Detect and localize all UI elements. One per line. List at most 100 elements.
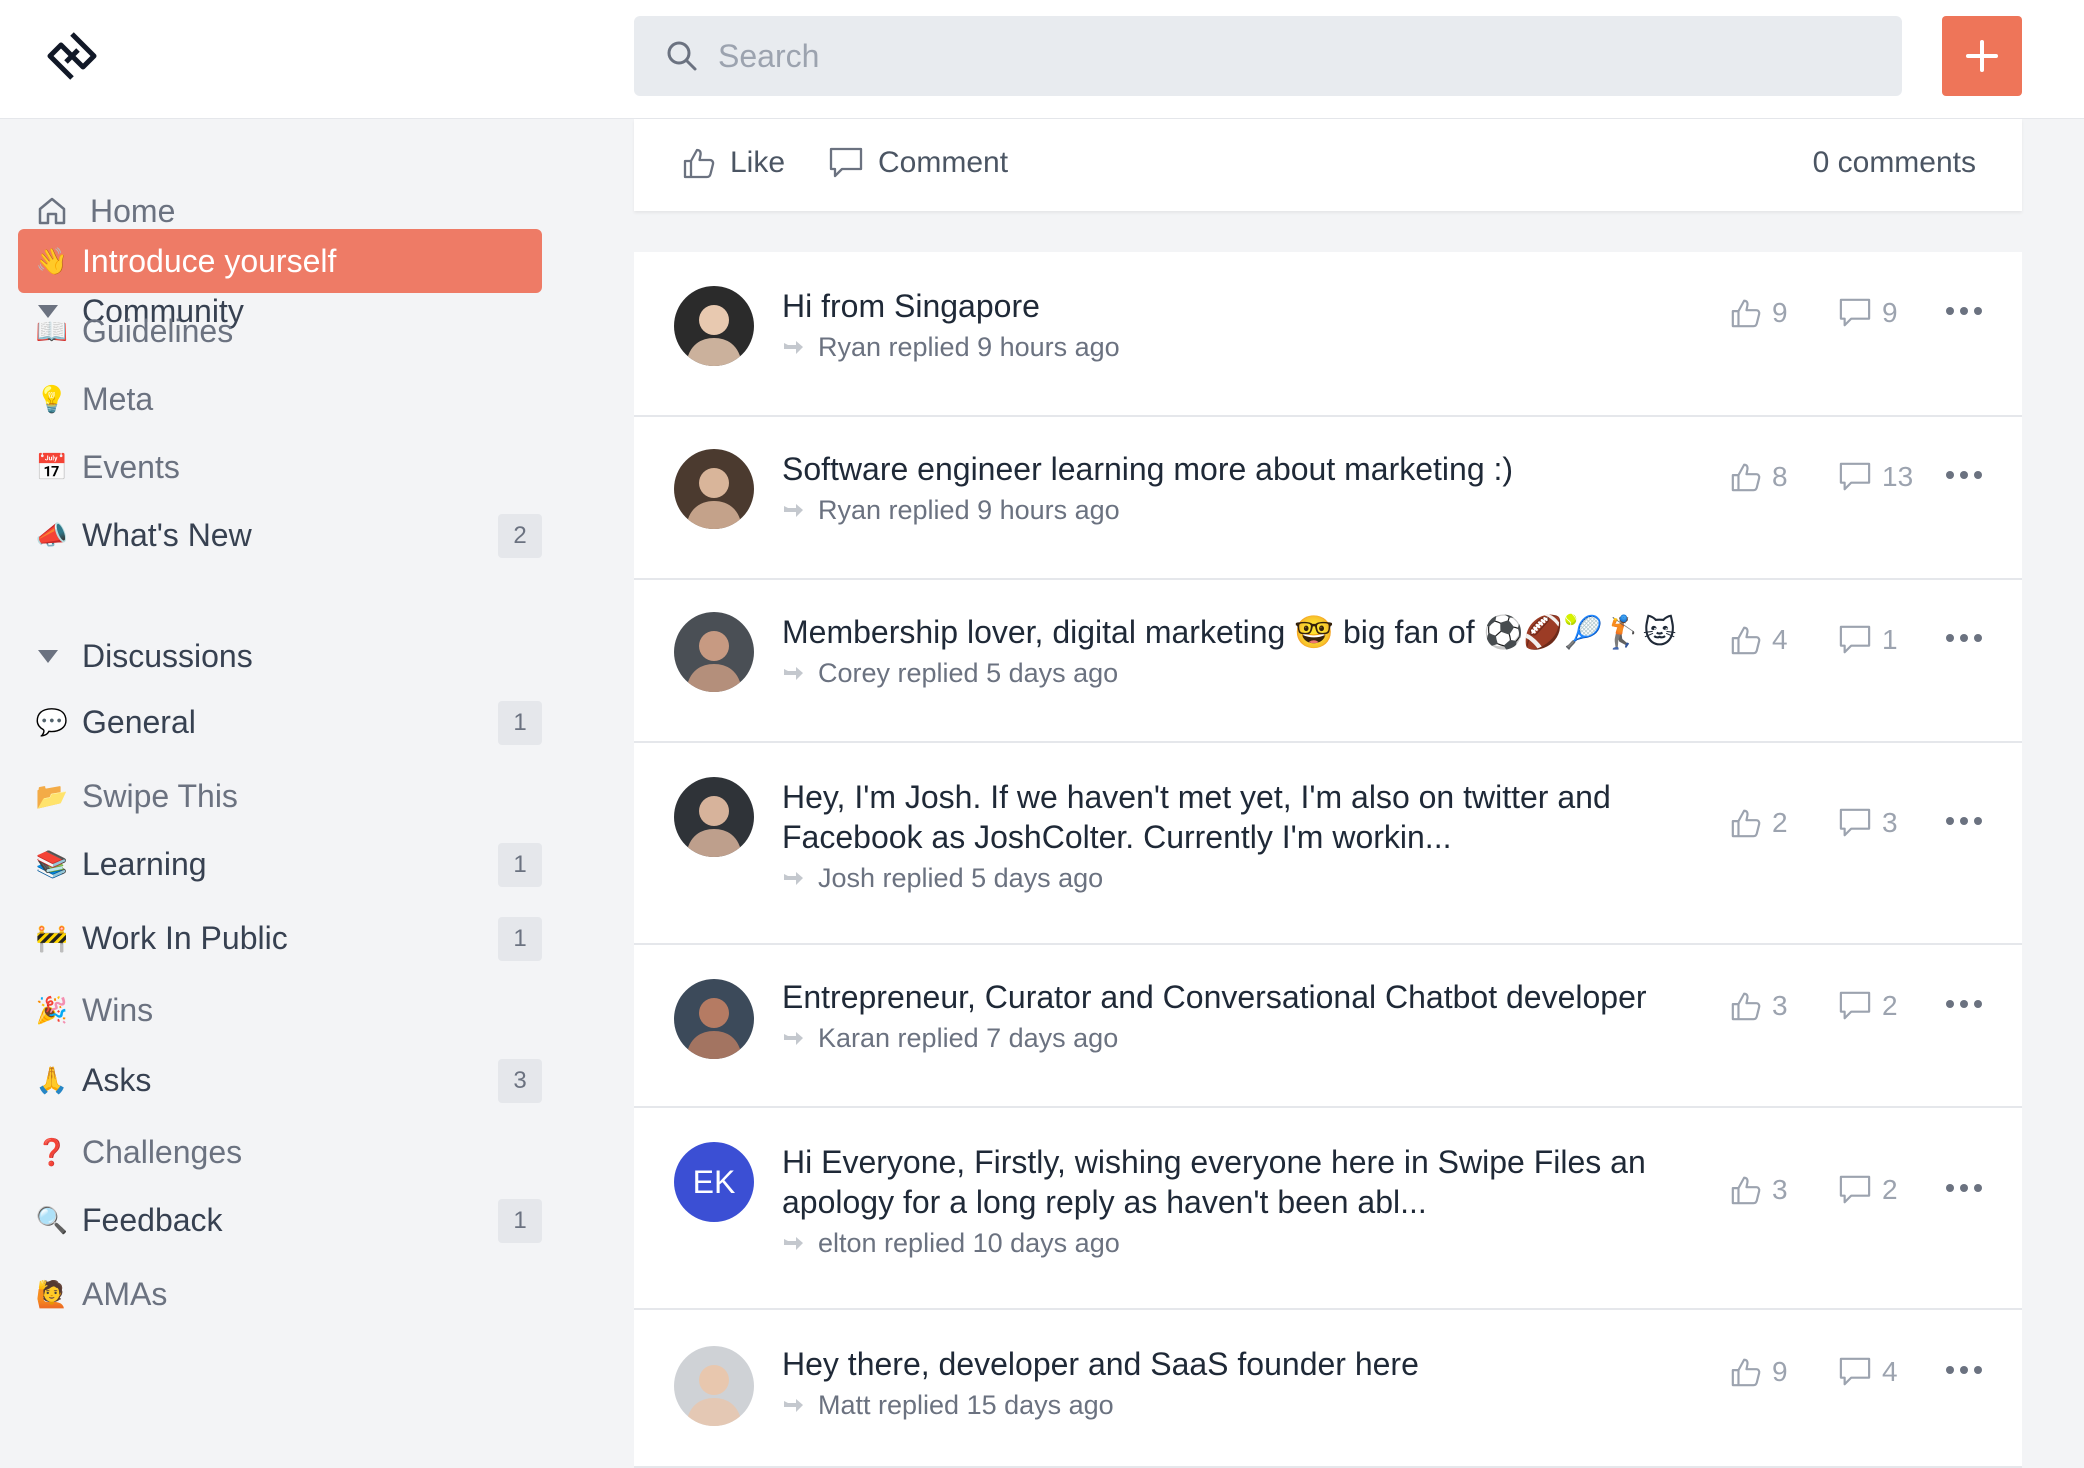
avatar[interactable]: [674, 612, 754, 692]
sidebar: Home Community 👋 Introduce yourself 📖 Guide…: [0, 119, 560, 1468]
like-count-button[interactable]: 8: [1730, 461, 1788, 493]
discussion-row[interactable]: Hey, I'm Josh. If we haven't met yet, I'…: [634, 743, 2022, 945]
comments-count[interactable]: 0 comments: [1813, 141, 1976, 185]
reply-meta: Ryan replied 9 hours ago: [782, 495, 1120, 526]
more-options-icon[interactable]: [1946, 634, 1982, 646]
like-count-button[interactable]: 4: [1730, 624, 1788, 656]
thumbs-up-icon: [1731, 463, 1761, 492]
comment-icon: [1839, 462, 1871, 491]
discussion-row[interactable]: Software engineer learning more about ma…: [634, 417, 2022, 580]
comment-icon: [1839, 625, 1871, 654]
avatar-photo: [674, 612, 754, 692]
more-options-icon[interactable]: [1946, 1000, 1982, 1012]
discussion-title[interactable]: Membership lover, digital marketing 🤓 bi…: [782, 612, 1682, 652]
channel-emoji-icon: 🎉: [35, 994, 69, 1025]
comment-count-button[interactable]: 1: [1838, 624, 1898, 656]
sidebar-item-guidelines[interactable]: 📖 Guidelines: [18, 299, 542, 363]
discussion-row[interactable]: Membership lover, digital marketing 🤓 bi…: [634, 580, 2022, 743]
post-actions-card: Like Comment 0 comments: [634, 119, 2022, 211]
comment-count-button[interactable]: 2: [1838, 990, 1898, 1022]
avatar[interactable]: [674, 449, 754, 529]
like-count-button[interactable]: 2: [1730, 807, 1788, 839]
channel-emoji-icon: 📣: [35, 519, 69, 550]
sidebar-item-label: Work In Public: [82, 919, 288, 956]
discussion-row[interactable]: Entrepreneur, Curator and Conversational…: [634, 945, 2022, 1108]
app-logo-icon[interactable]: [46, 30, 98, 82]
reply-meta: Corey replied 5 days ago: [782, 658, 1118, 689]
avatar[interactable]: EK: [674, 1142, 754, 1222]
like-button[interactable]: Like: [682, 141, 785, 185]
reply-meta: Karan replied 7 days ago: [782, 1023, 1118, 1054]
sidebar-item-wins[interactable]: 🎉 Wins: [18, 978, 542, 1042]
search-bar[interactable]: [634, 16, 1902, 96]
discussion-title[interactable]: Hey, I'm Josh. If we haven't met yet, I'…: [782, 777, 1682, 857]
reply-meta: Ryan replied 9 hours ago: [782, 332, 1120, 363]
add-button[interactable]: [1942, 16, 2022, 96]
like-count: 3: [1772, 990, 1788, 1021]
avatar[interactable]: [674, 286, 754, 366]
comment-icon: [1839, 991, 1871, 1020]
channel-emoji-icon: 💬: [35, 706, 69, 737]
more-options-icon[interactable]: [1946, 307, 1982, 319]
sidebar-item-label: What's New: [82, 516, 252, 553]
thumbs-up-icon: [1731, 299, 1761, 328]
like-count-button[interactable]: 3: [1730, 990, 1788, 1022]
caret-down-icon: [38, 649, 58, 663]
sidebar-item-amas[interactable]: 🙋 AMAs: [18, 1262, 542, 1326]
sidebar-item-introduce-yourself[interactable]: 👋 Introduce yourself: [18, 229, 542, 293]
top-bar: [0, 0, 2084, 119]
plus-icon: [1966, 40, 1998, 72]
avatar[interactable]: [674, 1346, 754, 1426]
sidebar-item-feedback[interactable]: 🔍 Feedback 1: [18, 1188, 542, 1252]
channel-emoji-icon: 🔍: [35, 1204, 69, 1235]
comment-count-button[interactable]: 4: [1838, 1356, 1898, 1388]
comment-count-button[interactable]: 9: [1838, 297, 1898, 329]
like-count-button[interactable]: 9: [1730, 297, 1788, 329]
reply-arrow-icon: [784, 1031, 803, 1045]
reply-arrow-icon: [784, 1236, 803, 1250]
like-count: 4: [1772, 624, 1788, 655]
sidebar-item-learning[interactable]: 📚 Learning 1: [18, 832, 542, 896]
avatar-photo: [674, 979, 754, 1059]
sidebar-item-general[interactable]: 💬 General 1: [18, 690, 542, 754]
sidebar-item-challenges[interactable]: ❓ Challenges: [18, 1120, 542, 1184]
comment-count-button[interactable]: 2: [1838, 1174, 1898, 1206]
sidebar-item-asks[interactable]: 🙏 Asks 3: [18, 1048, 542, 1112]
avatar[interactable]: [674, 777, 754, 857]
thumbs-up-icon: [1731, 626, 1761, 655]
discussion-row[interactable]: Hi from Singapore Ryan replied 9 hours ag…: [634, 252, 2022, 417]
discussion-title[interactable]: Hi from Singapore: [782, 286, 1682, 326]
like-count: 9: [1772, 297, 1788, 328]
comment-count: 13: [1882, 461, 1914, 492]
discussion-title[interactable]: Software engineer learning more about ma…: [782, 449, 1682, 489]
like-count-button[interactable]: 3: [1730, 1174, 1788, 1206]
more-options-icon[interactable]: [1946, 471, 1982, 483]
comment-count-button[interactable]: 3: [1838, 807, 1898, 839]
sidebar-item-label: Guidelines: [82, 312, 234, 349]
discussions-section-toggle[interactable]: Discussions: [38, 631, 253, 681]
comment-count: 2: [1882, 1174, 1898, 1205]
like-count-button[interactable]: 9: [1730, 1356, 1788, 1388]
thumbs-up-icon: [1731, 809, 1761, 838]
sidebar-item-label: General: [82, 703, 196, 740]
more-options-icon[interactable]: [1946, 1366, 1982, 1378]
discussion-title[interactable]: Hi Everyone, Firstly, wishing everyone h…: [782, 1142, 1682, 1222]
sidebar-item-work-in-public[interactable]: 🚧 Work In Public 1: [18, 906, 542, 970]
sidebar-item-meta[interactable]: 💡 Meta: [18, 367, 542, 431]
like-count: 2: [1772, 807, 1788, 838]
avatar[interactable]: [674, 979, 754, 1059]
comment-count-button[interactable]: 13: [1838, 461, 1913, 493]
sidebar-item-label: Swipe This: [82, 777, 238, 814]
discussion-title[interactable]: Hey there, developer and SaaS founder he…: [782, 1344, 1682, 1384]
comment-button[interactable]: Comment: [828, 141, 1008, 185]
search-input[interactable]: [718, 16, 1868, 96]
discussion-row[interactable]: EK Hi Everyone, Firstly, wishing everyone…: [634, 1108, 2022, 1310]
more-options-icon[interactable]: [1946, 817, 1982, 829]
sidebar-item-events[interactable]: 📅 Events: [18, 435, 542, 499]
more-options-icon[interactable]: [1946, 1184, 1982, 1196]
discussion-row[interactable]: Hey there, developer and SaaS founder he…: [634, 1310, 2022, 1468]
sidebar-item-swipe-this[interactable]: 📂 Swipe This: [18, 764, 542, 828]
sidebar-item-what-s-new[interactable]: 📣 What's New 2: [18, 503, 542, 567]
like-count: 3: [1772, 1174, 1788, 1205]
discussion-title[interactable]: Entrepreneur, Curator and Conversational…: [782, 977, 1682, 1017]
